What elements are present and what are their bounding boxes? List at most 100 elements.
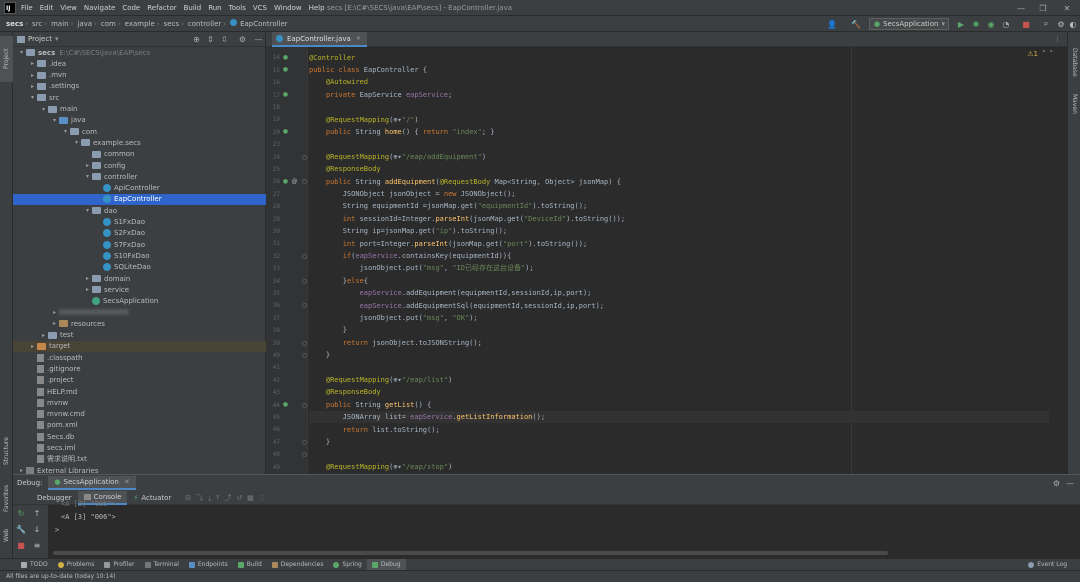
breadcrumb-secs-pkg[interactable]: secs	[160, 20, 181, 28]
code-line[interactable]: @RequestMapping (⊕▾ "/")	[309, 113, 1049, 125]
tree-item[interactable]: ▾ dao	[13, 205, 266, 216]
expand-arrow-icon[interactable]: ▸	[28, 343, 37, 350]
editor-scrollbar[interactable]	[1057, 47, 1067, 474]
structure-tool-tab[interactable]: Structure	[0, 427, 13, 475]
code-line[interactable]: @Autowired	[309, 76, 1049, 88]
tree-item[interactable]: S10FxDao	[13, 250, 266, 261]
fold-marker-icon[interactable]	[302, 278, 307, 284]
chevron-down-icon[interactable]: ˅	[1050, 50, 1054, 58]
profile-icon[interactable]: ◔	[1000, 18, 1012, 30]
code-line[interactable]	[309, 138, 1049, 150]
project-panel-title[interactable]: Project	[28, 35, 52, 43]
menu-edit[interactable]: Edit	[40, 4, 54, 12]
breadcrumb-example[interactable]: example	[121, 20, 157, 28]
tree-item[interactable]: ▸ resources	[13, 318, 266, 329]
toolwindow-dependencies[interactable]: Dependencies	[267, 559, 329, 570]
code-line[interactable]: }	[309, 436, 1049, 448]
expand-arrow-icon[interactable]: ▸	[83, 286, 92, 293]
tree-item[interactable]: ▸ service	[13, 284, 266, 295]
spring-bean-icon[interactable]: ●	[282, 54, 289, 61]
expand-arrow-icon[interactable]: ▾	[61, 128, 70, 135]
tree-item[interactable]: S1FxDao	[13, 217, 266, 228]
code-line[interactable]: String ip=jsonMap.get("ip").toString();	[309, 225, 1049, 237]
expand-arrow-icon[interactable]: ▾	[83, 207, 92, 214]
fold-marker-icon[interactable]	[302, 179, 307, 185]
minimize-icon[interactable]: —	[1010, 0, 1032, 15]
console-horizontal-scrollbar[interactable]	[53, 551, 888, 555]
tree-item[interactable]: ▸ test	[13, 330, 266, 341]
expand-arrow-icon[interactable]: ▸	[50, 309, 59, 316]
code-line[interactable]: eapService .addEquipmentSql(equipmentId,s…	[309, 299, 1049, 311]
tree-item[interactable]: Secs.db	[13, 431, 266, 442]
menu-refactor[interactable]: Refactor	[147, 4, 176, 12]
menu-code[interactable]: Code	[122, 4, 140, 12]
code-line[interactable]: if(eapService .containsKey(equipmentId)){	[309, 250, 1049, 262]
tree-item[interactable]: HELP.md	[13, 386, 266, 397]
tree-item[interactable]: ▸ domain	[13, 273, 266, 284]
code-line[interactable]: String equipmentId =jsonMap.get("equipme…	[309, 200, 1049, 212]
locate-file-icon[interactable]: ⊕	[191, 34, 202, 45]
code-line[interactable]: jsonObject.put("msg", "ID已经存在这台设备");	[309, 262, 1049, 274]
code-line[interactable]: int sessionId=Integer. parseInt (jsonMap.g…	[309, 213, 1049, 225]
hide-panel-icon[interactable]: —	[1066, 479, 1074, 488]
close-window-icon[interactable]: ✕	[1056, 0, 1078, 15]
tree-item[interactable]: ▸	[13, 307, 266, 318]
code-line[interactable]	[309, 101, 1049, 113]
build-hammer-icon[interactable]: 🔨	[850, 18, 862, 30]
code-line[interactable]: private EapService eapService;	[309, 89, 1049, 101]
tree-item[interactable]: ▸ .idea	[13, 58, 266, 69]
breadcrumb-src[interactable]: src	[28, 20, 44, 28]
favorites-tool-tab[interactable]: Favorites	[0, 477, 13, 519]
code-line[interactable]	[309, 361, 1049, 373]
tree-item[interactable]: ▾ main	[13, 104, 266, 115]
code-line[interactable]: @ResponseBody	[309, 386, 1049, 398]
settings-gear-icon[interactable]: ⚙	[1053, 479, 1060, 488]
expand-arrow-icon[interactable]: ▾	[83, 173, 92, 180]
maximize-icon[interactable]: ❐	[1032, 0, 1054, 15]
toolwindow-event-log[interactable]: Event Log	[1023, 559, 1072, 570]
expand-arrow-icon[interactable]: ▸	[28, 72, 37, 79]
code-line[interactable]: @RequestMapping (⊕▾ "/eap/list")	[309, 374, 1049, 386]
coverage-icon[interactable]: ◉	[985, 18, 997, 30]
tree-item[interactable]: ApiController	[13, 183, 266, 194]
menu-view[interactable]: View	[60, 4, 77, 12]
search-icon[interactable]: ⌕	[1040, 18, 1052, 30]
run-icon[interactable]: ▶	[955, 18, 967, 30]
run-configuration-select[interactable]: ● SecsApplication ▾	[869, 18, 949, 30]
spring-bean-icon[interactable]: ●	[282, 401, 289, 408]
maven-tool-tab[interactable]: Maven	[1068, 87, 1080, 121]
expand-arrow-icon[interactable]: ▾	[72, 139, 81, 146]
fold-marker-icon[interactable]	[302, 303, 307, 309]
toolwindow-endpoints[interactable]: Endpoints	[184, 559, 233, 570]
code-line[interactable]: public String home() { return "index"; }	[309, 126, 1049, 138]
soft-wrap-icon[interactable]: ≡	[31, 539, 43, 551]
debug-session-tab[interactable]: ● SecsApplication ✕	[48, 476, 136, 490]
hide-panel-icon[interactable]: —	[253, 34, 264, 45]
toolwindow-spring[interactable]: Spring	[328, 559, 366, 570]
breadcrumb-secs[interactable]: secs	[0, 20, 25, 28]
tree-item[interactable]: common	[13, 149, 266, 160]
tree-item[interactable]: SQLiteDao	[13, 262, 266, 273]
fold-marker-icon[interactable]	[302, 402, 307, 408]
scroll-down-icon[interactable]: ↓	[31, 523, 43, 535]
tree-item[interactable]: .classpath	[13, 352, 266, 363]
step-controls[interactable]: ⊟⤵⤓⤒⤴↺▦⋮	[185, 493, 271, 503]
menu-vcs[interactable]: VCS	[253, 4, 267, 12]
spring-bean-icon[interactable]: ●	[282, 66, 289, 73]
code-area[interactable]: @Controller public class EapController { …	[309, 47, 1049, 474]
toolwindow-todo[interactable]: TODO	[16, 559, 53, 570]
menu-navigate[interactable]: Navigate	[84, 4, 115, 12]
tree-item[interactable]: .gitignore	[13, 363, 266, 374]
toolwindow-build[interactable]: Build	[233, 559, 267, 570]
code-line[interactable]: public String getList() {	[309, 399, 1049, 411]
editor-tab-eapcontroller[interactable]: EapController.java ✕	[272, 32, 367, 47]
expand-all-icon[interactable]: ⇕	[205, 34, 216, 45]
tree-item[interactable]: ▸ target	[13, 340, 266, 352]
tree-item[interactable]: ▾ secs E:\C#\SECS\java\EAP\secs	[13, 47, 266, 58]
expand-arrow-icon[interactable]: ▸	[83, 162, 92, 169]
project-tool-tab[interactable]: Project	[0, 36, 13, 82]
rerun-icon[interactable]: ↻	[15, 507, 27, 519]
collapse-all-icon[interactable]: ⇳	[219, 34, 230, 45]
ide-features-icon[interactable]: ◐	[1067, 18, 1079, 30]
spring-bean-icon[interactable]: ●	[282, 178, 289, 185]
